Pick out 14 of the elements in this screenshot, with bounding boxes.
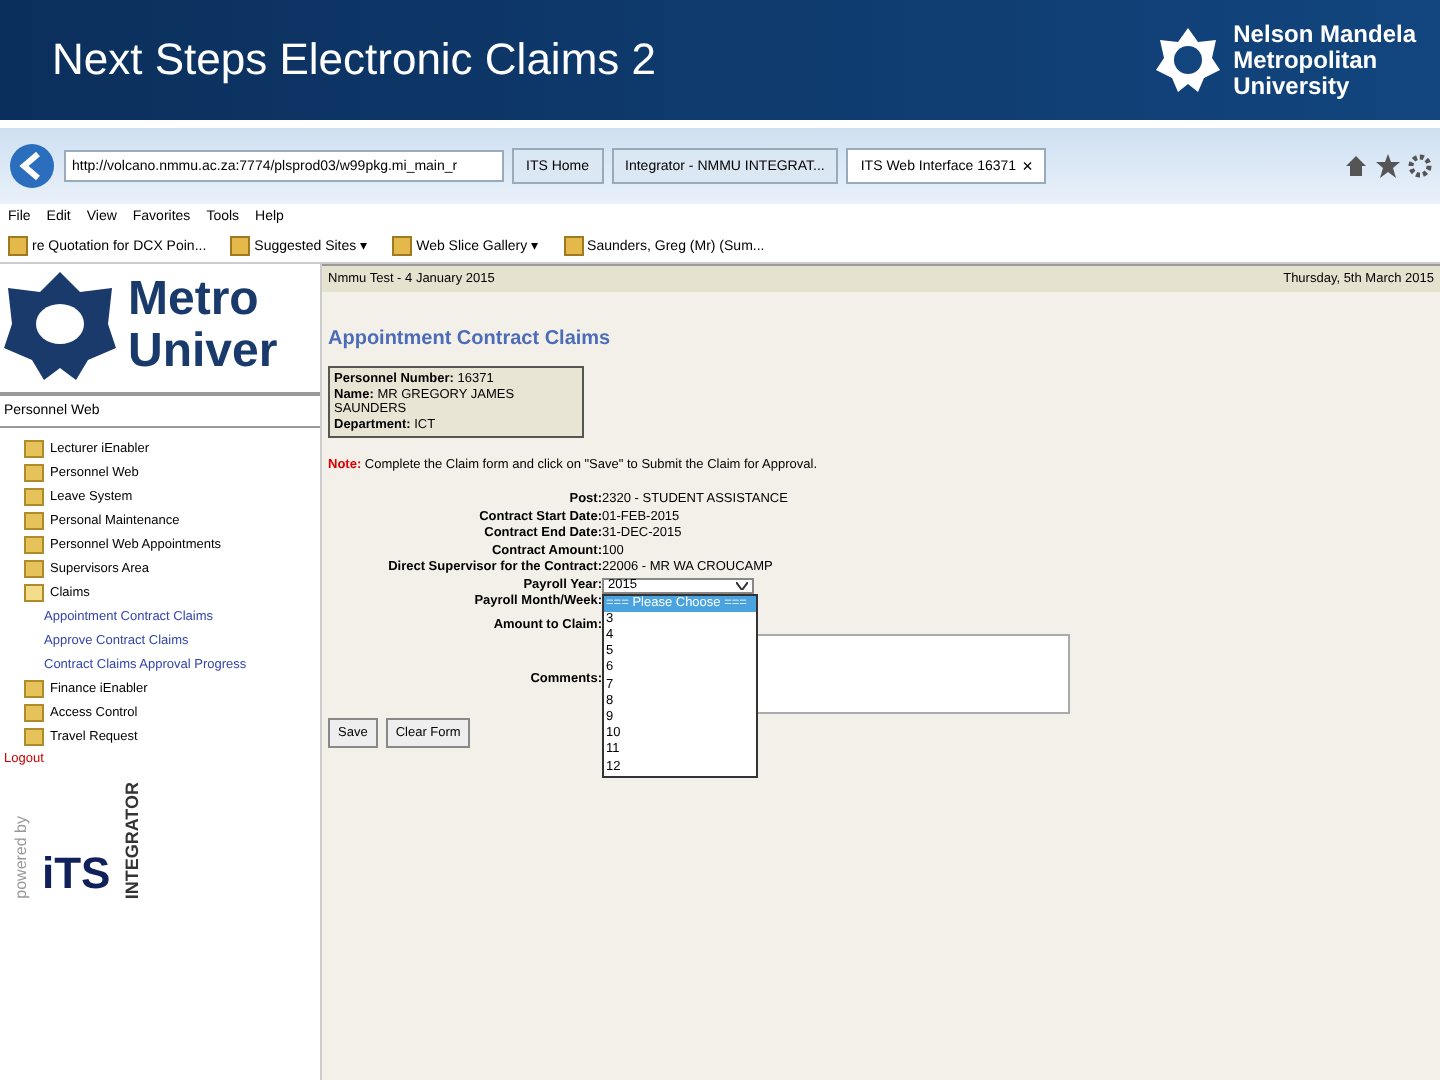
- caret-icon: [736, 581, 748, 589]
- brand-logo-text: iTS: [42, 847, 111, 900]
- university-name: Nelson Mandela Metropolitan University: [1233, 21, 1416, 99]
- university-logo-text: Metro Univer: [128, 274, 278, 378]
- settings-icon[interactable]: [1408, 154, 1432, 178]
- powered-by-text: powered by: [12, 816, 30, 900]
- brand-subtitle: INTEGRATOR: [122, 782, 143, 900]
- university-logo-icon: [1153, 26, 1222, 94]
- star-icon[interactable]: [1376, 154, 1400, 178]
- page-title: Appointment Contract Claims: [328, 328, 613, 350]
- home-icon[interactable]: [1344, 154, 1368, 178]
- slide-title: Next Steps Electronic Claims 2: [52, 34, 656, 86]
- close-tab-button[interactable]: ×: [1022, 156, 1033, 176]
- back-icon[interactable]: [8, 142, 56, 190]
